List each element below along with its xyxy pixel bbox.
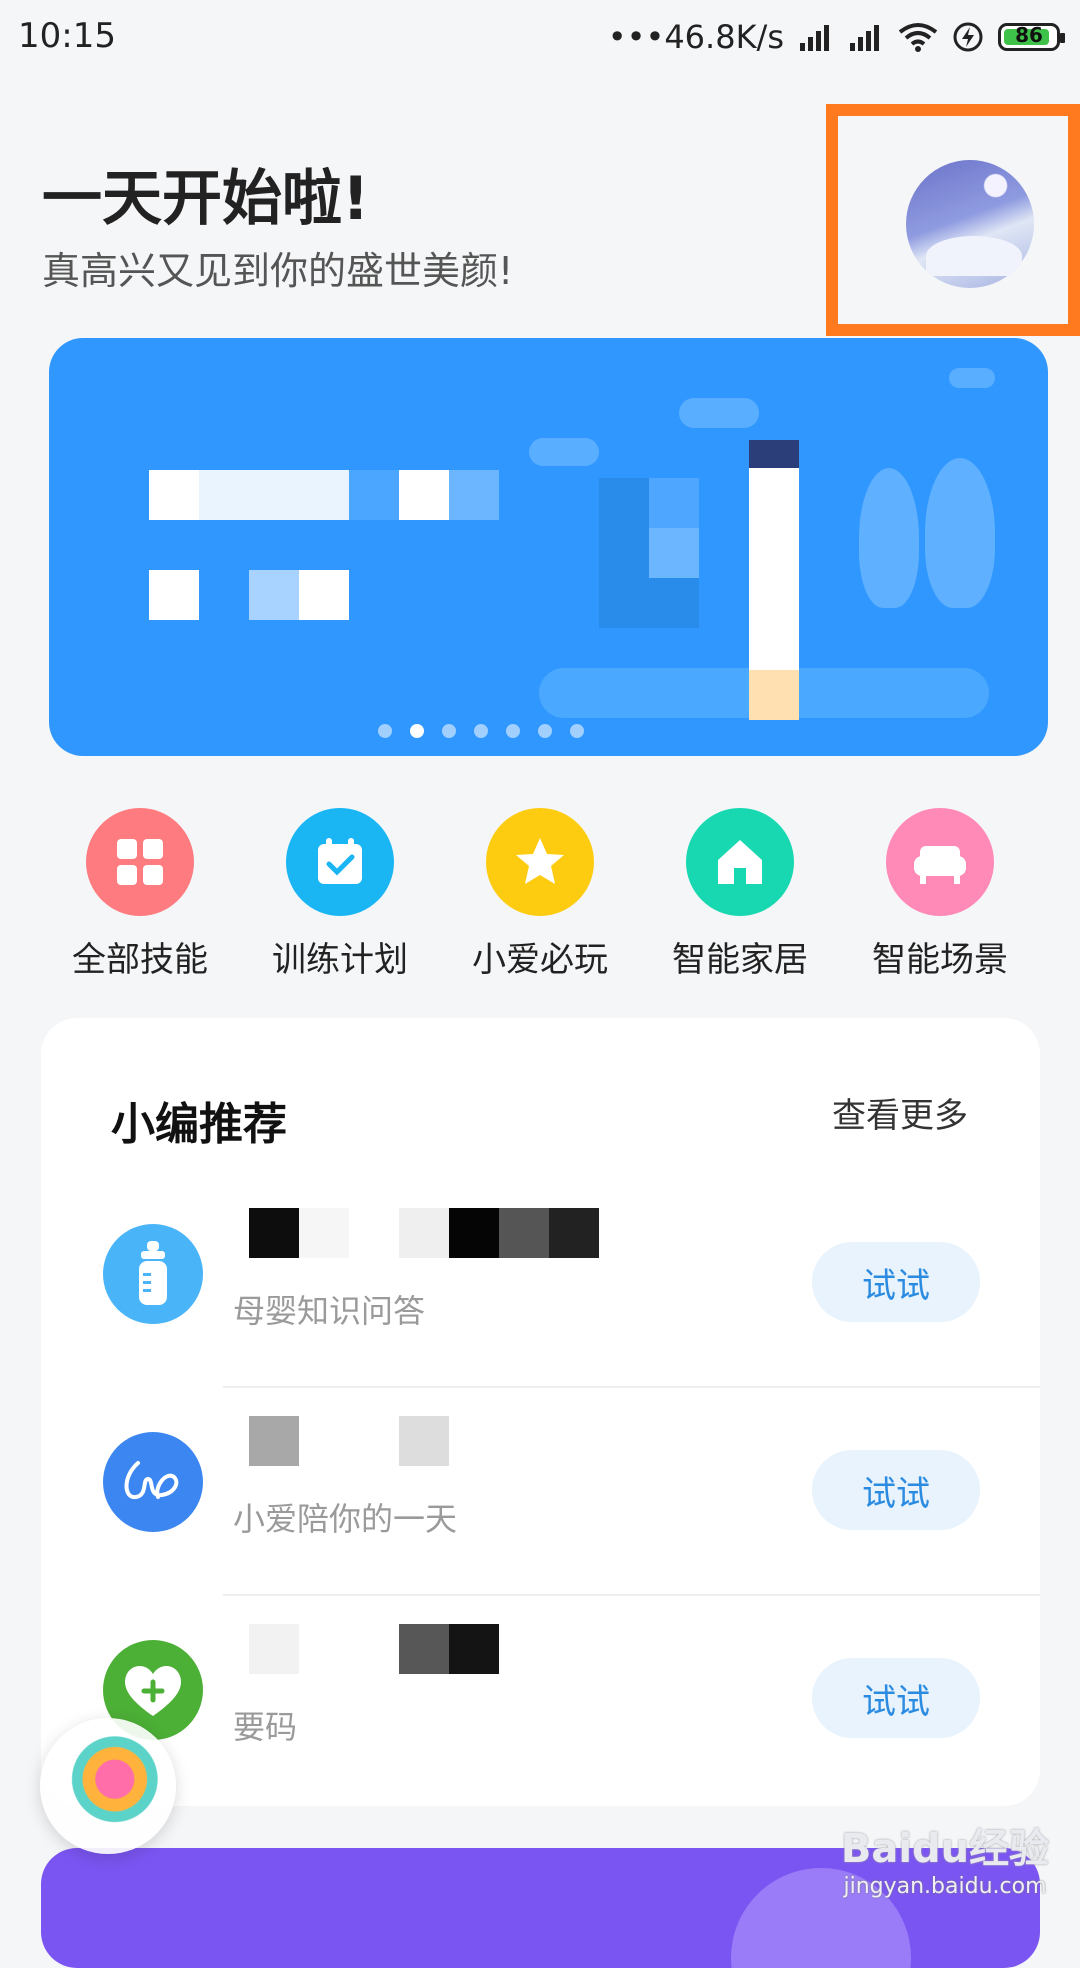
carousel-dot[interactable]: [441, 724, 456, 738]
pixelated-text: [199, 470, 349, 520]
battery-level: 86: [1015, 23, 1043, 47]
pixelated-text: [449, 470, 499, 520]
pixelated-text: [349, 470, 399, 520]
quick-action-home[interactable]: 智能家居: [640, 808, 840, 981]
carousel-dot[interactable]: [569, 724, 584, 738]
recommend-row[interactable]: 要码 试试: [41, 1594, 1040, 1802]
watermark-logo: Baidu经验: [840, 1826, 1050, 1872]
pixelated-title: [249, 1624, 499, 1674]
recommend-row[interactable]: 母婴知识问答 试试: [41, 1178, 1040, 1386]
assistant-float-button[interactable]: [40, 1718, 176, 1854]
pixelated-graphic: [749, 440, 799, 468]
tree-decoration: [859, 468, 919, 608]
signature-icon: [103, 1432, 203, 1532]
pixelated-graphic: [749, 670, 799, 720]
try-button[interactable]: 试试: [812, 1450, 980, 1530]
star-icon: [486, 808, 594, 916]
pixelated-text: [399, 470, 449, 520]
home-icon: [686, 808, 794, 916]
try-button[interactable]: 试试: [812, 1658, 980, 1738]
recommend-card: 小编推荐 查看更多 母婴知识问答 试试 小爱陪你的一天 试试 要码 试试: [41, 1018, 1040, 1806]
greeting-subtitle: 真高兴又见到你的盛世美颜!: [42, 249, 514, 293]
pixelated-title: [249, 1416, 449, 1466]
cloud-decoration: [679, 398, 759, 428]
cloud-decoration: [949, 368, 995, 388]
baby-bottle-icon: [103, 1224, 203, 1324]
carousel-dot[interactable]: [409, 724, 424, 738]
carousel-dot[interactable]: [537, 724, 552, 738]
wifi-icon: [898, 23, 938, 52]
watermark: Baidu经验 jingyan.baidu.com: [830, 1816, 1060, 1899]
signal-icon-2: [850, 25, 879, 51]
tree-decoration: [925, 458, 995, 608]
promo-banner[interactable]: [49, 338, 1048, 756]
calendar-check-icon: [286, 808, 394, 916]
greeting-title: 一天开始啦!: [42, 164, 370, 234]
try-button[interactable]: 试试: [812, 1242, 980, 1322]
quick-action-label: 智能家居: [672, 940, 808, 980]
pixelated-text: [149, 570, 199, 620]
quick-actions: 全部技能 训练计划 小爱必玩 智能家居 智能场景: [0, 808, 1080, 988]
signal-icon: [800, 25, 829, 51]
avatar[interactable]: [906, 160, 1034, 288]
quick-action-label: 全部技能: [72, 940, 208, 980]
pixelated-title: [249, 1208, 599, 1258]
recommend-row[interactable]: 小爱陪你的一天 试试: [41, 1386, 1040, 1594]
quick-action-label: 小爱必玩: [472, 940, 608, 980]
carousel-indicator[interactable]: [49, 724, 980, 738]
quick-action-sofa[interactable]: 智能场景: [840, 808, 1040, 981]
quick-action-grid[interactable]: 全部技能: [40, 808, 240, 981]
pixelated-graphic: [649, 528, 699, 578]
pixelated-graphic: [649, 478, 699, 528]
card-title: 小编推荐: [111, 1099, 287, 1150]
quick-action-star[interactable]: 小爱必玩: [440, 808, 640, 981]
carousel-dot[interactable]: [473, 724, 488, 738]
network-speed: •••46.8K/s: [607, 18, 784, 56]
pixelated-text: [299, 570, 349, 620]
row-subtitle: 小爱陪你的一天: [233, 1500, 458, 1538]
cloud-decoration: [529, 438, 599, 466]
carousel-dot[interactable]: [377, 724, 392, 738]
status-time: 10:15: [18, 16, 116, 56]
carousel-dot[interactable]: [505, 724, 520, 738]
quick-action-label: 训练计划: [272, 940, 408, 980]
row-subtitle: 母婴知识问答: [233, 1292, 426, 1330]
status-bar: 10:15 •••46.8K/s 86: [0, 0, 1080, 76]
watermark-url: jingyan.baidu.com: [843, 1874, 1047, 1899]
quick-action-label: 智能场景: [872, 940, 1008, 980]
sofa-icon: [886, 808, 994, 916]
battery-icon: 86: [998, 23, 1065, 51]
quick-action-calendar-check[interactable]: 训练计划: [240, 808, 440, 981]
status-icons: •••46.8K/s 86: [607, 12, 1065, 62]
grid-icon: [86, 808, 194, 916]
row-subtitle: 要码: [233, 1708, 298, 1746]
see-more-link[interactable]: 查看更多: [832, 1088, 968, 1137]
pixelated-text: [249, 570, 299, 620]
charging-icon: [953, 22, 983, 52]
